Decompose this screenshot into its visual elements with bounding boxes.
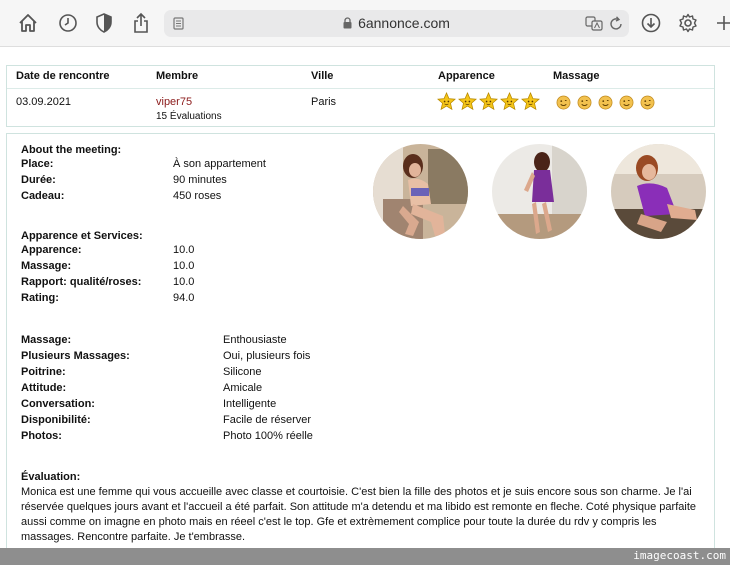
service-label: Rapport: qualité/roses: (21, 276, 142, 288)
detail-label: Plusieurs Massages: (21, 350, 130, 362)
smiley-icon (577, 95, 592, 115)
detail-label: Disponibilité: (21, 414, 91, 426)
detail-value: Photo 100% réelle (223, 430, 313, 442)
translate-icon[interactable] (585, 16, 603, 36)
profile-photo-3[interactable] (611, 144, 706, 239)
reload-icon[interactable] (609, 16, 623, 36)
address-bar[interactable]: 6annonce.com (164, 10, 629, 37)
service-value: 10.0 (173, 260, 195, 272)
history-icon[interactable] (56, 11, 80, 35)
star-icon (437, 91, 456, 116)
detail-value: Enthousiaste (223, 334, 287, 346)
detail-value: Silicone (223, 366, 262, 378)
detail-value: Facile de réserver (223, 414, 312, 426)
service-label: Massage: (21, 260, 72, 272)
url-text: 6annonce.com (358, 15, 450, 31)
header-city: Ville (311, 70, 334, 82)
detail-label: Photos: (21, 430, 62, 442)
profile-photo-2[interactable] (492, 144, 587, 239)
header-appearance: Apparence (438, 70, 495, 82)
service-value: 10.0 (173, 276, 195, 288)
header-date: Date de rencontre (16, 70, 110, 82)
review-heading: Évaluation: (21, 471, 81, 483)
watermark: imagecoast.com (633, 549, 726, 562)
star-icon (458, 91, 477, 116)
city: Paris (311, 96, 337, 108)
header-member: Membre (156, 70, 199, 82)
smiley-icon (598, 95, 613, 115)
page-content: Date de rencontre Membre Ville Apparence… (0, 48, 730, 548)
detail-label: Massage: (21, 334, 72, 346)
shield-icon[interactable] (92, 11, 116, 35)
place-value: À son appartement (173, 158, 266, 170)
detail-label: Attitude: (21, 382, 67, 394)
table-divider (7, 88, 714, 89)
smiley-icon (556, 95, 571, 115)
service-label: Apparence: (21, 244, 82, 256)
url-display[interactable]: 6annonce.com (164, 15, 629, 32)
gift-label: Cadeau: (21, 190, 65, 202)
detail-value: Intelligente (223, 398, 277, 410)
header-massage: Massage (553, 70, 600, 82)
footer-bar: imagecoast.com (0, 548, 730, 565)
review-text: Monica est une femme qui vous accueille … (21, 486, 696, 543)
home-icon[interactable] (16, 11, 40, 35)
gift-value: 450 roses (173, 190, 222, 202)
detail-label: Poitrine: (21, 366, 66, 378)
detail-value: Oui, plusieurs fois (223, 350, 311, 362)
new-tab-icon[interactable] (712, 11, 730, 35)
summary-table: Date de rencontre Membre Ville Apparence… (6, 65, 715, 127)
place-label: Place: (21, 158, 54, 170)
service-value: 94.0 (173, 292, 195, 304)
profile-photo-1[interactable] (373, 144, 468, 239)
smiley-icon (640, 95, 655, 115)
meeting-heading: About the meeting: (21, 144, 122, 156)
duration-value: 90 minutes (173, 174, 227, 186)
member-link[interactable]: viper75 (156, 96, 192, 108)
meeting-date: 03.09.2021 (16, 96, 72, 108)
service-label: Rating: (21, 292, 59, 304)
share-icon[interactable] (129, 11, 153, 35)
member-reviews: 15 Évaluations (156, 111, 222, 122)
star-icon (500, 91, 519, 116)
download-icon[interactable] (639, 11, 663, 35)
services-heading: Apparence et Services: (21, 230, 143, 242)
review-details: About the meeting: Place: À son appartem… (6, 133, 715, 548)
settings-icon[interactable] (676, 11, 700, 35)
detail-value: Amicale (223, 382, 263, 394)
smiley-icon (619, 95, 634, 115)
detail-label: Conversation: (21, 398, 95, 410)
star-icon (521, 91, 540, 116)
browser-toolbar: 6annonce.com (0, 0, 730, 47)
review-section: Évaluation: Monica est une femme qui vou… (21, 470, 711, 545)
duration-label: Durée: (21, 174, 56, 186)
star-icon (479, 91, 498, 116)
service-value: 10.0 (173, 244, 195, 256)
lock-icon (343, 16, 352, 32)
